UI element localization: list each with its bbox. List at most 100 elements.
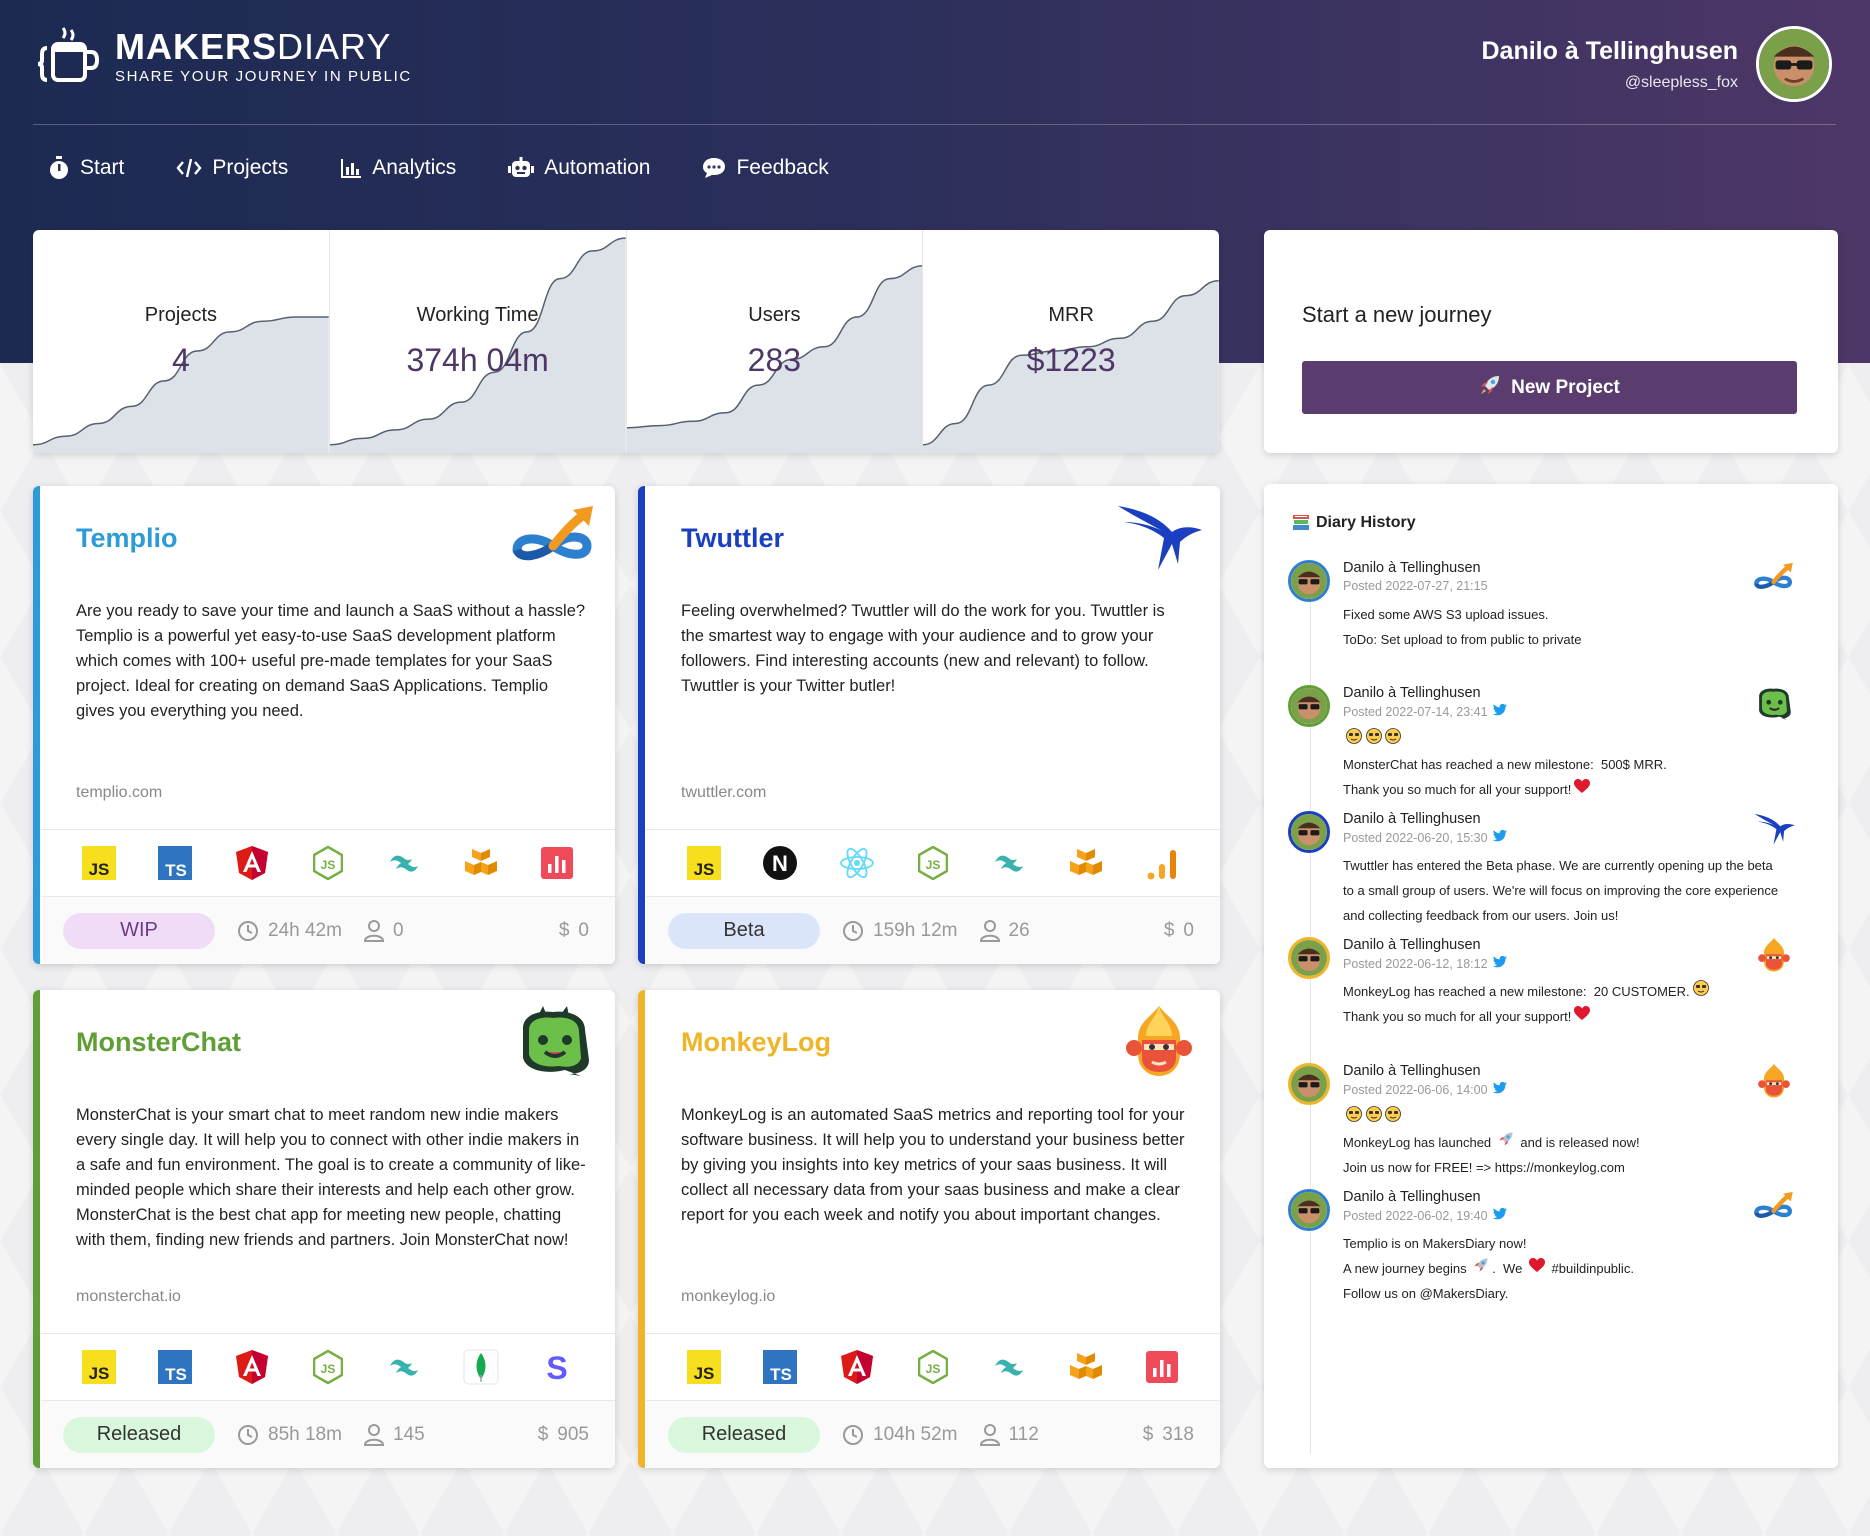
stat-users[interactable]: Users 283 [626,230,924,453]
status-badge: Released [63,1416,215,1453]
entry-line: Thank you so much for all your support! [1343,1004,1813,1029]
project-footer: Beta 159h 12m 26 $ 0 [646,897,1220,964]
rocket-icon [1473,1256,1489,1281]
twitter-icon[interactable] [1488,955,1507,971]
svg-text:JS: JS [321,1362,336,1376]
infinity-arrow-logo-icon [1750,560,1798,596]
project-title[interactable]: MonkeyLog [681,1027,831,1058]
avatar[interactable] [1288,685,1330,727]
project-url[interactable]: twuttler.com [681,784,766,802]
project-description: MonsterChat is your smart chat to meet r… [76,1106,586,1249]
nav-start[interactable]: Start [48,156,124,180]
stripe-icon: S [539,1349,575,1385]
tailwind-icon [386,845,422,881]
project-title[interactable]: Twuttler [681,523,784,554]
entry-line: Join us now for FREE! => https://monkeyl… [1343,1160,1625,1175]
signal-bars-icon [1144,845,1180,881]
new-journey-card: Start a new journey New Project [1264,230,1838,453]
nav-automation[interactable]: Automation [508,156,650,180]
entry-content: MonsterChat has reached a new milestone:… [1343,727,1813,802]
stat-label: Working Time [416,304,539,326]
project-card-twuttler[interactable]: Twuttler Feeling overwhelmed? Twuttler w… [638,486,1220,964]
stats-card: Projects 4 Working Time 374h 04m Users 2… [33,230,1219,453]
entry-date: Posted 2022-07-14, 23:41 [1343,703,1507,719]
card-accent [638,486,645,964]
svg-text:S: S [546,1350,567,1384]
working-time-metric: 85h 18m [237,1424,342,1446]
avatar[interactable] [1756,26,1832,102]
chat-bubble-icon [703,158,726,178]
books-icon [1293,515,1309,530]
mrr-metric: $ 0 [1163,919,1194,941]
new-project-button[interactable]: New Project [1302,361,1797,414]
monkey-logo-icon [1750,937,1798,973]
stat-value: 4 [171,342,190,378]
avatar[interactable] [1288,937,1330,979]
avatar[interactable] [1288,1189,1330,1231]
twitter-icon[interactable] [1488,1207,1507,1223]
aws-icon [463,845,499,881]
entry-line: Twuttler has entered the Beta phase. We … [1343,858,1773,873]
entry-content: Twuttler has entered the Beta phase. We … [1343,853,1813,928]
mrr-metric: $ 0 [558,919,589,941]
nextjs-icon: N [762,845,798,881]
journey-title: Start a new journey [1302,302,1492,327]
rocket-icon [1498,1130,1514,1155]
entry-date: Posted 2022-06-02, 19:40 [1343,1207,1507,1223]
project-footer: Released 104h 52m 112 $ 318 [646,1401,1220,1468]
nav-analytics[interactable]: Analytics [340,156,456,180]
nav-feedback[interactable]: Feedback [702,156,829,180]
stat-working-time[interactable]: Working Time 374h 04m [329,230,627,453]
stat-value: 374h 04m [406,342,549,378]
entry-date: Posted 2022-06-06, 14:00 [1343,1081,1507,1097]
user-name: Danilo à Tellinghusen [1481,36,1738,65]
avatar[interactable] [1288,560,1330,602]
project-card-templio[interactable]: Templio Are you ready to save your time … [33,486,615,964]
aws-icon [1068,1349,1104,1385]
tech-stack: JS TS JS [41,829,615,897]
cool-face-icon [1692,979,1709,1004]
user-profile[interactable]: Danilo à Tellinghusen @sleepless_fox [1481,26,1832,102]
users-metric: 145 [363,1423,425,1446]
stat-label: Projects [144,304,217,326]
card-accent [638,990,645,1468]
brand[interactable]: MAKERSDIARY SHARE YOUR JOURNEY IN PUBLIC [33,20,412,92]
svg-text:JS: JS [694,860,715,879]
entry-line: Fixed some AWS S3 upload issues. [1343,607,1549,622]
entry-date: Posted 2022-06-12, 18:12 [1343,955,1507,971]
avatar[interactable] [1288,1063,1330,1105]
javascript-icon: JS [81,845,117,881]
dollar-icon: $ [537,1423,549,1445]
tech-stack: JS TS JS [646,1333,1220,1401]
project-card-monkeylog[interactable]: MonkeyLog MonkeyLog is an automated SaaS… [638,990,1220,1468]
heart-icon [1528,1256,1545,1281]
project-url[interactable]: monkeylog.io [681,1288,775,1306]
project-title[interactable]: MonsterChat [76,1027,241,1058]
celebration-emojis-icon [1346,1105,1402,1130]
stat-label: MRR [1048,304,1094,326]
monkey-logo-icon [1750,1063,1798,1099]
stat-projects[interactable]: Projects 4 [33,230,330,453]
angular-icon [234,1349,270,1385]
twitter-icon[interactable] [1488,829,1507,845]
user-icon [979,1423,1000,1446]
twitter-icon[interactable] [1488,703,1507,719]
tailwind-icon [991,845,1027,881]
entry-line: A new journey begins . We #buildinpublic… [1343,1256,1813,1281]
analytics-icon [1144,1349,1180,1385]
project-url[interactable]: monsterchat.io [76,1288,181,1306]
nav-projects[interactable]: Projects [176,156,288,180]
user-handle: @sleepless_fox [1624,73,1738,91]
project-url[interactable]: templio.com [76,784,162,802]
project-title[interactable]: Templio [76,523,178,554]
avatar[interactable] [1288,811,1330,853]
stat-mrr[interactable]: MRR $1223 [923,230,1219,453]
dollar-icon: $ [1163,919,1175,941]
stopwatch-icon [50,156,68,179]
nodejs-icon: JS [310,1349,346,1385]
javascript-icon: JS [686,1349,722,1385]
twitter-icon[interactable] [1488,1081,1507,1097]
bird-logo-icon [1750,811,1798,847]
project-card-monsterchat[interactable]: MonsterChat MonsterChat is your smart ch… [33,990,615,1468]
stat-value: $1223 [1026,342,1116,378]
